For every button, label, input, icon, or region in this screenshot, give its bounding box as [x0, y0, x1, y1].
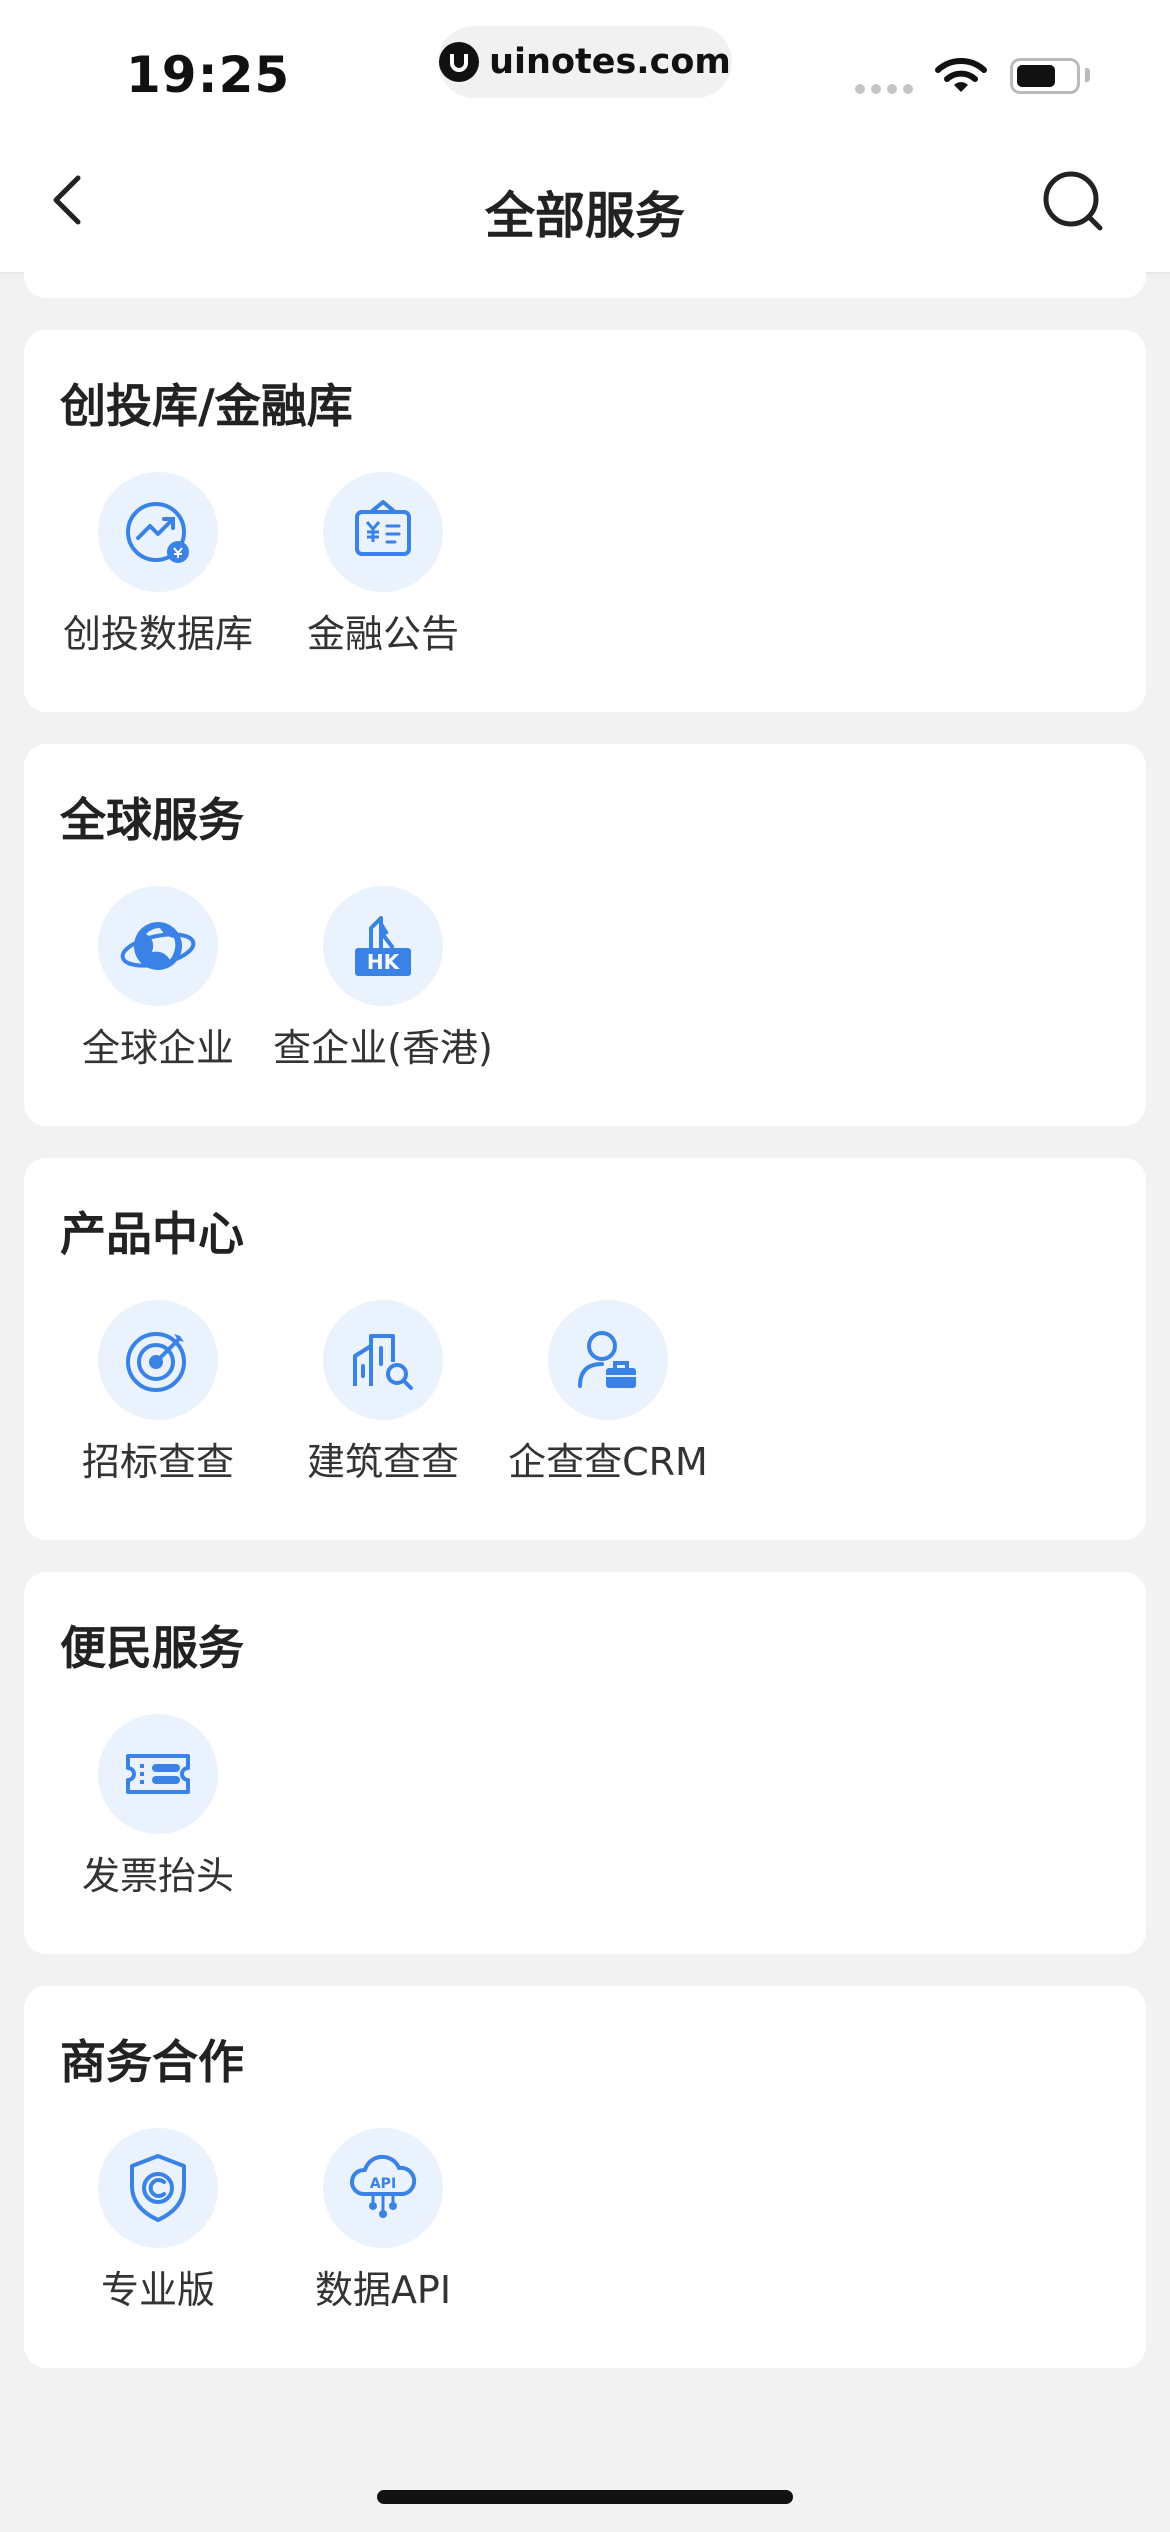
status-time: 19:25 [126, 46, 291, 104]
nav-bar: 全部服务 [0, 130, 1170, 274]
ticket-icon [98, 1714, 218, 1834]
previous-section-card [24, 272, 1146, 298]
section-card: 产品中心 招标查查 建筑查查 企查查CRM [24, 1158, 1146, 1540]
section-card: 商务合作 专业版 API 数据API [24, 1986, 1146, 2368]
section-card: 创投库/金融库 创投数据库 金融公告 [24, 330, 1146, 712]
service-label: 全球企业 [81, 1026, 234, 1070]
service-item[interactable]: 招标查查 [44, 1300, 272, 1486]
svg-text:API: API [370, 2176, 396, 2192]
section-title: 创投库/金融库 [60, 379, 353, 433]
cellular-signal-icon [855, 84, 913, 94]
globe-icon [98, 886, 218, 1006]
service-item[interactable]: 建筑查查 [269, 1300, 497, 1486]
building-search-icon [323, 1300, 443, 1420]
service-label: 数据API [314, 2268, 452, 2312]
service-label: 金融公告 [306, 612, 459, 656]
page-title: 全部服务 [485, 187, 685, 245]
section-card: 全球服务 全球企业 HK 查企业(香港) [24, 744, 1146, 1126]
service-item[interactable]: 创投数据库 [44, 472, 272, 658]
svg-text:HK: HK [367, 950, 401, 974]
target-icon [98, 1300, 218, 1420]
section-title: 便民服务 [60, 1621, 244, 1675]
person-briefcase-icon [548, 1300, 668, 1420]
url-pill[interactable]: uinotes.com [438, 26, 732, 98]
section-title: 商务合作 [60, 2035, 244, 2089]
status-bar: 19:25 uinotes.com [0, 0, 1170, 130]
wifi-icon [934, 56, 988, 100]
service-label: 查企业(香港) [273, 1026, 493, 1070]
service-label: 创投数据库 [62, 612, 253, 656]
api-cloud-icon: API [323, 2128, 443, 2248]
service-label: 企查查CRM [508, 1440, 708, 1484]
service-item[interactable]: 企查查CRM [494, 1300, 722, 1486]
service-label: 专业版 [100, 2268, 215, 2312]
service-item[interactable]: HK 查企业(香港) [269, 886, 497, 1072]
section-title: 全球服务 [60, 793, 244, 847]
service-label: 招标查查 [81, 1440, 234, 1484]
site-logo-icon [439, 42, 480, 82]
service-label: 发票抬头 [81, 1854, 234, 1898]
service-item[interactable]: 金融公告 [269, 472, 497, 658]
section-card: 便民服务 发票抬头 [24, 1572, 1146, 1954]
service-item[interactable]: API 数据API [269, 2128, 497, 2314]
finance-notice-icon [323, 472, 443, 592]
search-icon [1043, 171, 1103, 231]
shield-icon [98, 2128, 218, 2248]
service-label: 建筑查查 [306, 1440, 459, 1484]
search-button[interactable] [1040, 168, 1106, 234]
home-indicator [377, 2490, 793, 2504]
service-item[interactable]: 专业版 [44, 2128, 272, 2314]
battery-icon [1010, 58, 1080, 94]
service-item[interactable]: 发票抬头 [44, 1714, 272, 1900]
url-text: uinotes.com [489, 42, 731, 82]
section-title: 产品中心 [60, 1207, 244, 1261]
service-item[interactable]: 全球企业 [44, 886, 272, 1072]
hk-building-icon: HK [323, 886, 443, 1006]
chart-trend-icon [98, 472, 218, 592]
